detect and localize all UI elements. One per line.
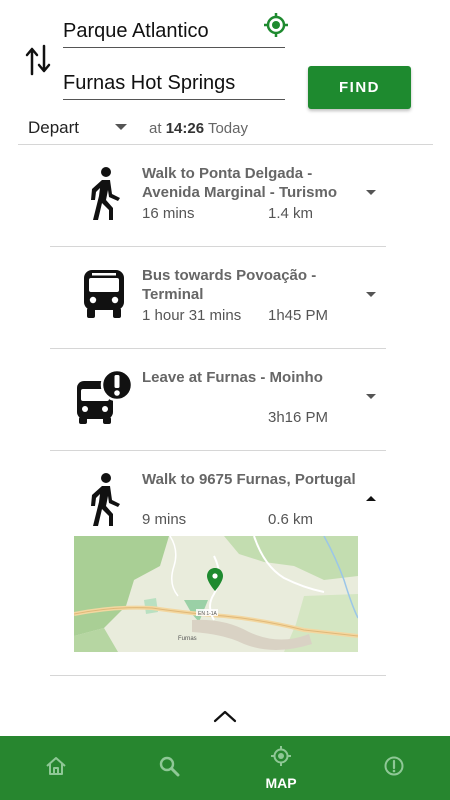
step-distance: 1.4 km <box>268 205 314 222</box>
map-locate-icon <box>270 745 292 772</box>
expand-panel-chevron-icon[interactable] <box>212 708 238 724</box>
home-icon <box>45 756 67 781</box>
depart-mode-select[interactable]: Depart <box>28 118 79 138</box>
swap-direction-icon[interactable] <box>24 44 52 76</box>
bus-icon <box>72 262 136 326</box>
chevron-up-icon[interactable] <box>366 496 376 501</box>
chevron-down-icon[interactable] <box>115 124 127 130</box>
step-title: Bus towards Povoação - Terminal <box>142 267 317 303</box>
walk-icon <box>72 162 136 226</box>
nav-map[interactable]: MAP <box>253 736 309 800</box>
step-distance: 0.6 km <box>268 511 314 528</box>
itinerary-step-walk[interactable]: Walk to Ponta Delgada - Avenida Marginal… <box>50 146 386 247</box>
bus-alert-icon <box>72 364 136 428</box>
chevron-down-icon[interactable] <box>366 292 376 297</box>
step-title: Leave at Furnas - Moinho <box>142 369 323 386</box>
step-duration: 9 mins <box>142 511 187 528</box>
chevron-down-icon[interactable] <box>366 394 376 399</box>
step-title: Walk to 9675 Furnas, Portugal <box>142 471 356 488</box>
step-title: Walk to Ponta Delgada - Avenida Marginal… <box>142 165 338 201</box>
locate-me-icon[interactable] <box>262 11 290 39</box>
itinerary-step-bus[interactable]: Bus towards Povoação - Terminal 1 hour 3… <box>50 248 386 349</box>
nav-map-label: MAP <box>265 775 297 791</box>
map-place-label: Furnas <box>178 636 197 642</box>
nav-info[interactable] <box>372 736 416 800</box>
route-map[interactable]: EN 1-1A Furnas <box>74 536 358 652</box>
itinerary-step-alight[interactable]: Leave at Furnas - Moinho 3h16 PM <box>50 350 386 451</box>
time-prefix: at <box>149 120 162 137</box>
step-departure-time: 1h45 PM <box>268 307 329 324</box>
nav-home[interactable] <box>34 736 78 800</box>
chevron-down-icon[interactable] <box>366 190 376 195</box>
time-day: Today <box>207 120 248 137</box>
step-duration: 16 mins <box>142 205 195 222</box>
nav-search[interactable] <box>147 736 191 800</box>
info-icon <box>383 755 405 782</box>
bottom-navigation: MAP <box>0 736 450 800</box>
origin-field[interactable]: Parque Atlantico <box>63 18 285 48</box>
search-icon <box>158 755 180 782</box>
find-button[interactable]: FIND <box>308 66 411 109</box>
map-road-label: EN 1-1A <box>198 611 218 617</box>
step-duration: 1 hour 31 mins <box>142 307 242 324</box>
walk-icon <box>72 468 136 532</box>
step-arrival-time: 3h16 PM <box>268 409 329 426</box>
divider <box>18 144 433 145</box>
destination-field[interactable]: Furnas Hot Springs <box>63 70 285 100</box>
departure-time[interactable]: at 14:26 Today <box>149 120 248 137</box>
time-value: 14:26 <box>165 120 205 137</box>
